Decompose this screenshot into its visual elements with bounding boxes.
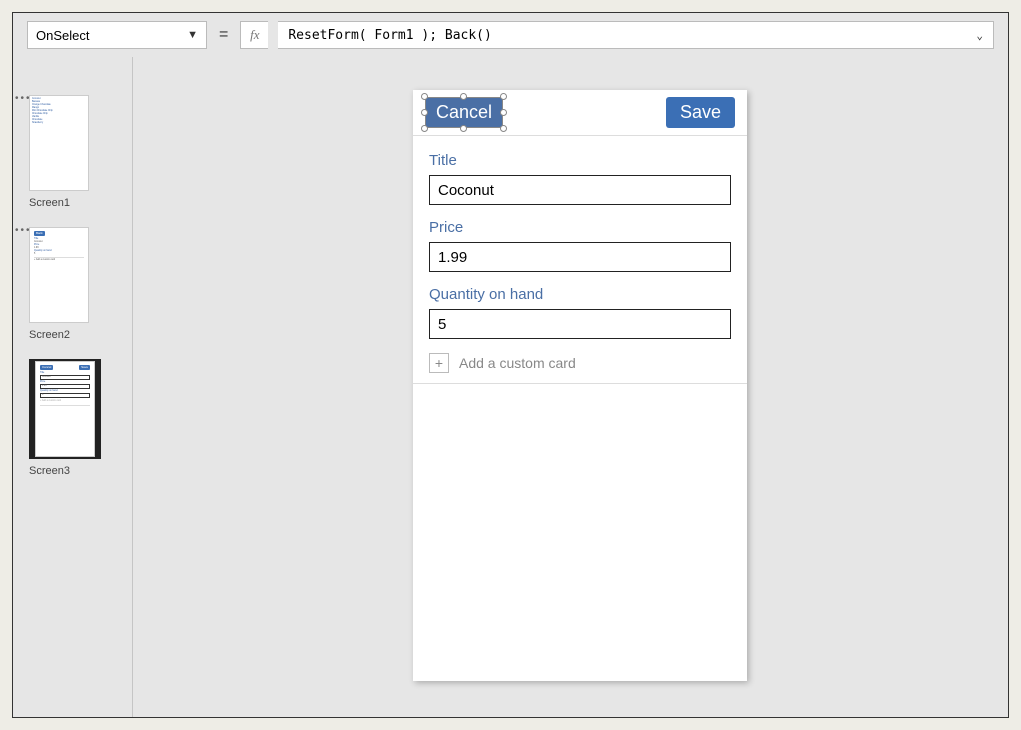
property-select[interactable]: OnSelect ▼ xyxy=(27,21,207,49)
chevron-down-icon: ▼ xyxy=(187,29,198,41)
thumb-preview-screen1[interactable]: Coconut Banana Orange Chocolate Mango Mi… xyxy=(29,95,89,191)
formula-chevron-down-icon[interactable]: ⌄ xyxy=(976,29,983,42)
fx-icon[interactable]: fx xyxy=(240,21,268,49)
thumb2-micro: Back Title Coconut Price 1.99 Quantity o… xyxy=(30,228,88,265)
formula-bar: OnSelect ▼ = fx ResetForm( Form1 ); Back… xyxy=(13,13,1008,57)
canvas[interactable]: Cancel Save xyxy=(133,57,1008,717)
formula-text: ResetForm( Form1 ); Back() xyxy=(288,28,492,43)
phone-header: Cancel Save xyxy=(413,90,747,136)
cancel-button-selection[interactable]: Cancel xyxy=(425,97,503,128)
thumb-preview-screen2[interactable]: Back Title Coconut Price 1.99 Quantity o… xyxy=(29,227,89,323)
field-price-input[interactable]: 1.99 xyxy=(429,242,731,272)
property-select-value: OnSelect xyxy=(36,28,89,43)
thumb-label: Screen2 xyxy=(29,329,132,341)
selection-handle-icon[interactable] xyxy=(421,109,428,116)
field-qty-value: 5 xyxy=(438,316,446,333)
field-qty-label: Quantity on hand xyxy=(429,286,731,303)
thumb-screen2[interactable]: ••• Back Title Coconut Price 1.99 Quanti… xyxy=(29,227,132,341)
thumb3-micro: Cancel Save Title Coconut Price 1.99 Qua… xyxy=(36,362,94,410)
thumb-selected-highlight: Cancel Save Title Coconut Price 1.99 Qua… xyxy=(29,359,101,459)
thumb-label: Screen3 xyxy=(29,465,132,477)
thumb-preview-screen3[interactable]: Cancel Save Title Coconut Price 1.99 Qua… xyxy=(35,361,95,457)
thumb-menu-icon[interactable]: ••• xyxy=(15,225,29,236)
field-title: Title Coconut xyxy=(429,152,731,205)
add-custom-card[interactable]: + Add a custom card xyxy=(429,353,731,373)
formula-input[interactable]: ResetForm( Form1 ); Back() ⌄ xyxy=(278,21,994,49)
form-body: Title Coconut Price 1.99 Qua xyxy=(413,136,747,384)
cancel-button[interactable]: Cancel xyxy=(425,97,503,128)
screen-thumbnails-panel: ••• Coconut Banana Orange Chocolate Mang… xyxy=(29,57,133,717)
thumb1-micro: Coconut Banana Orange Chocolate Mango Mi… xyxy=(30,96,88,127)
selection-handle-icon[interactable] xyxy=(500,109,507,116)
thumb-screen3[interactable]: Cancel Save Title Coconut Price 1.99 Qua… xyxy=(29,359,132,477)
field-qty-input[interactable]: 5 xyxy=(429,309,731,339)
app-frame: OnSelect ▼ = fx ResetForm( Form1 ); Back… xyxy=(12,12,1009,718)
field-price-label: Price xyxy=(429,219,731,236)
selection-handle-icon[interactable] xyxy=(421,125,428,132)
thumb-gutter xyxy=(13,57,29,717)
thumb-menu-icon[interactable]: ••• xyxy=(15,93,29,104)
selection-handle-icon[interactable] xyxy=(460,125,467,132)
selection-handle-icon[interactable] xyxy=(500,125,507,132)
main-area: ••• Coconut Banana Orange Chocolate Mang… xyxy=(13,57,1008,717)
equals-sign: = xyxy=(217,26,230,44)
add-custom-card-label: Add a custom card xyxy=(459,355,576,371)
field-title-label: Title xyxy=(429,152,731,169)
field-title-input[interactable]: Coconut xyxy=(429,175,731,205)
field-qty: Quantity on hand 5 xyxy=(429,286,731,339)
plus-icon[interactable]: + xyxy=(429,353,449,373)
selection-handle-icon[interactable] xyxy=(460,93,467,100)
selection-handle-icon[interactable] xyxy=(500,93,507,100)
thumb-label: Screen1 xyxy=(29,197,132,209)
phone-preview: Cancel Save xyxy=(413,90,747,681)
field-price: Price 1.99 xyxy=(429,219,731,272)
selection-handle-icon[interactable] xyxy=(421,93,428,100)
field-price-value: 1.99 xyxy=(438,249,467,266)
field-title-value: Coconut xyxy=(438,182,494,199)
save-button[interactable]: Save xyxy=(666,97,735,128)
thumb-screen1[interactable]: ••• Coconut Banana Orange Chocolate Mang… xyxy=(29,95,132,209)
